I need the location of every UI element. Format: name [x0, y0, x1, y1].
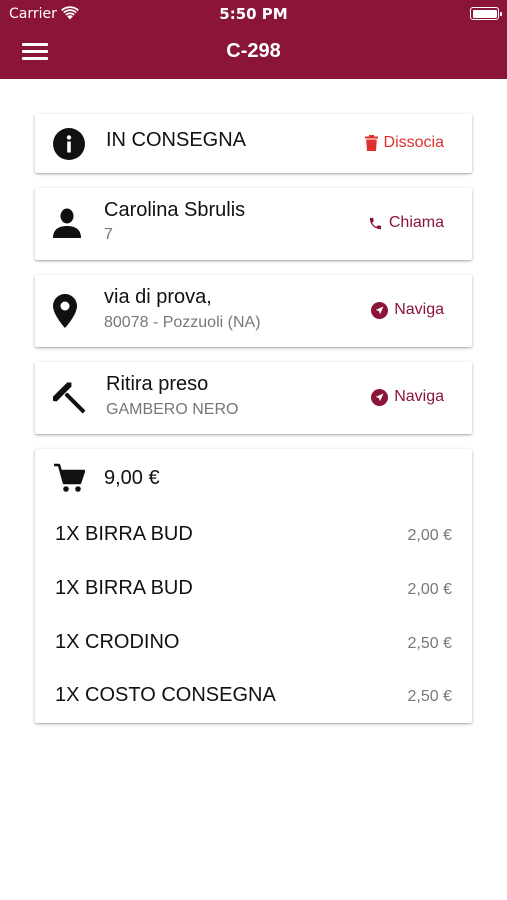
call-label: Chiama: [388, 214, 444, 231]
navigate-address-button[interactable]: Naviga: [371, 301, 444, 319]
item-name: 1X COSTO CONSEGNA: [55, 684, 276, 706]
address-card: via di prova, 80078 - Pozzuoli (NA) Navi…: [35, 275, 472, 347]
navigate-label: Naviga: [394, 388, 444, 405]
phone-icon: [369, 217, 381, 229]
item-price: 2,00 €: [407, 527, 452, 544]
item-name: 1X BIRRA BUD: [55, 523, 193, 545]
pickup-label: Ritira preso: [106, 373, 209, 395]
item-price: 2,00 €: [407, 581, 452, 598]
pickup-card: Ritira preso GAMBERO NERO Naviga: [35, 362, 472, 434]
app-header: Carrier 5:50 PM C-298: [0, 0, 507, 79]
status-bar: Carrier 5:50 PM: [0, 0, 507, 28]
dissocia-label: Dissocia: [383, 134, 444, 151]
address-city: 80078 - Pozzuoli (NA): [104, 314, 261, 331]
customer-name: Carolina Sbrulis: [104, 199, 246, 221]
order-total: 9,00 €: [104, 467, 160, 489]
item-name: 1X CRODINO: [55, 631, 180, 653]
location-pin-icon: [53, 294, 77, 328]
navigate-pickup-button[interactable]: Naviga: [371, 388, 444, 406]
dissocia-button[interactable]: Dissocia: [364, 134, 444, 152]
battery-icon: [470, 7, 502, 20]
order-card: 9,00 € 1X BIRRA BUD 2,00 € 1X BIRRA BUD …: [35, 449, 472, 723]
item-name: 1X BIRRA BUD: [55, 577, 193, 599]
status-card: IN CONSEGNA Dissocia: [35, 114, 472, 173]
cart-icon: [54, 463, 85, 492]
order-item: 1X COSTO CONSEGNA 2,50 €: [55, 684, 452, 710]
navigation-icon: [371, 388, 389, 406]
item-price: 2,50 €: [407, 688, 452, 705]
page-title: C-298: [226, 40, 281, 62]
navigate-label: Naviga: [394, 301, 444, 318]
pickup-place: GAMBERO NERO: [106, 401, 239, 418]
customer-detail: 7: [104, 226, 113, 243]
delivery-status: IN CONSEGNA: [106, 129, 247, 151]
clock: 5:50 PM: [219, 5, 288, 23]
info-icon: [53, 128, 85, 160]
hammer-icon: [53, 382, 86, 414]
trash-icon: [364, 135, 378, 151]
call-button[interactable]: Chiama: [368, 214, 444, 232]
navigation-icon: [371, 301, 389, 319]
order-item: 1X CRODINO 2,50 €: [55, 631, 452, 657]
order-item: 1X BIRRA BUD 2,00 €: [55, 577, 452, 603]
customer-card: Carolina Sbrulis 7 Chiama: [35, 188, 472, 260]
order-item: 1X BIRRA BUD 2,00 €: [55, 523, 452, 549]
person-icon: [53, 208, 81, 238]
address-street: via di prova,: [104, 286, 212, 308]
item-price: 2,50 €: [407, 635, 452, 652]
